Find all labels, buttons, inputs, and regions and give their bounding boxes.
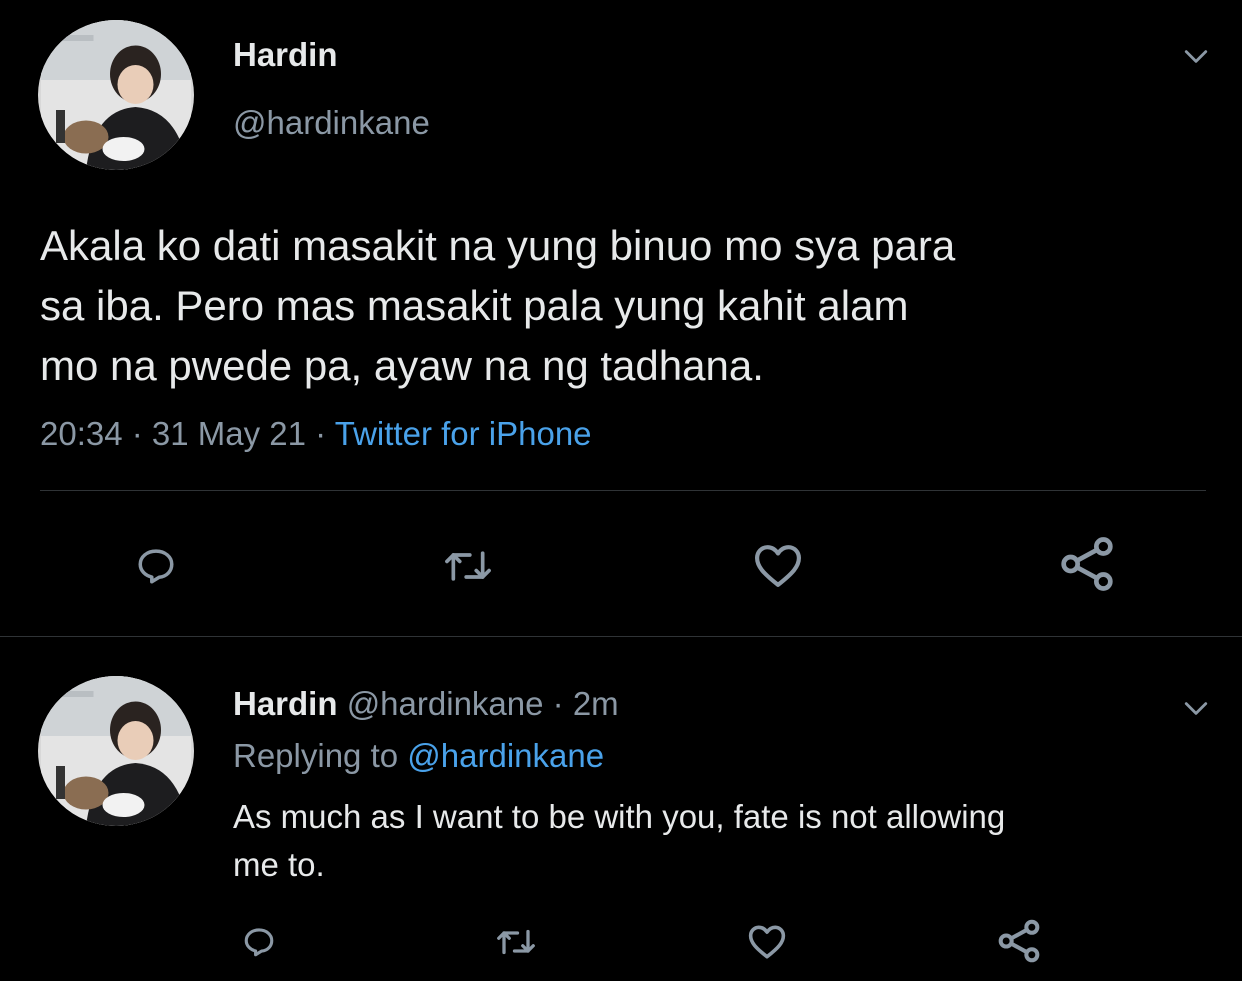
tweet-age[interactable]: 2m xyxy=(573,685,619,722)
reply-button[interactable] xyxy=(131,541,181,591)
divider xyxy=(40,490,1206,491)
profile-photo-icon xyxy=(41,20,191,170)
reply-text: As much as I want to be with you, fate i… xyxy=(233,793,1193,889)
replying-to: Replying to @hardinkane xyxy=(233,737,604,775)
replying-label: Replying to xyxy=(233,737,408,774)
meta-separator: · xyxy=(122,415,152,452)
tweet-text-line: Akala ko dati masakit na yung binuo mo s… xyxy=(40,222,956,269)
tweet-source[interactable]: Twitter for iPhone xyxy=(335,415,592,452)
retweet-icon xyxy=(445,551,491,581)
like-button[interactable] xyxy=(745,920,789,964)
like-button[interactable] xyxy=(750,541,806,591)
reply-text-line: me to. xyxy=(233,846,325,883)
reply-text-line: As much as I want to be with you, fate i… xyxy=(233,798,1006,835)
divider xyxy=(0,636,1242,637)
tweet-text-line: mo na pwede pa, ayaw na ng tadhana. xyxy=(40,342,764,389)
author-name[interactable]: Hardin xyxy=(233,36,338,74)
tweet-date[interactable]: 31 May 21 xyxy=(152,415,306,452)
reply-icon xyxy=(244,928,274,957)
meta-separator: · xyxy=(543,685,573,722)
like-icon xyxy=(754,545,801,587)
author-handle[interactable]: @hardinkane xyxy=(347,685,544,722)
tweet-text: Akala ko dati masakit na yung binuo mo s… xyxy=(40,216,1210,396)
tweet-text-line: sa iba. Pero mas masakit pala yung kahit… xyxy=(40,282,909,329)
avatar[interactable] xyxy=(38,20,194,170)
author-handle[interactable]: @hardinkane xyxy=(233,104,430,142)
avatar[interactable] xyxy=(38,676,194,826)
reply-button[interactable] xyxy=(237,920,281,964)
share-icon xyxy=(1061,537,1113,591)
share-button[interactable] xyxy=(996,916,1042,966)
profile-photo-icon xyxy=(41,676,191,826)
reply-icon xyxy=(138,549,174,584)
retweet-button[interactable] xyxy=(492,920,540,964)
chevron-down-icon[interactable] xyxy=(1183,44,1209,70)
retweet-icon xyxy=(497,929,535,955)
share-button[interactable] xyxy=(1058,533,1116,595)
reply-header: Hardin @hardinkane · 2m xyxy=(233,685,619,723)
tweet-meta: 20:34 · 31 May 21 · Twitter for iPhone xyxy=(40,415,592,453)
retweet-button[interactable] xyxy=(439,541,497,591)
like-icon xyxy=(748,925,786,959)
meta-separator: · xyxy=(306,415,335,452)
chevron-down-icon[interactable] xyxy=(1183,696,1209,722)
tweet-time[interactable]: 20:34 xyxy=(40,415,123,452)
share-icon xyxy=(998,919,1040,963)
replying-handle-link[interactable]: @hardinkane xyxy=(407,737,604,774)
author-name[interactable]: Hardin xyxy=(233,685,338,722)
